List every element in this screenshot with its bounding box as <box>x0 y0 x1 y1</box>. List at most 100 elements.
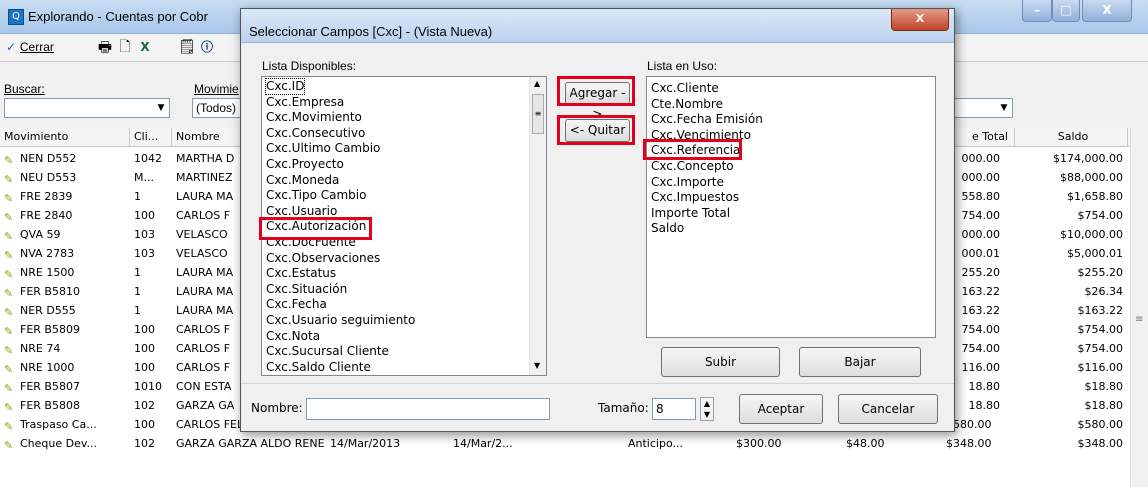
available-item[interactable]: Cxc.Tipo Cambio <box>266 188 366 203</box>
size-spinner[interactable]: ▲ ▼ <box>700 397 714 421</box>
cell-nombre-text: GARZA GARZA ALDO RENE <box>176 437 325 450</box>
right-filter-dropdown-arrow[interactable]: ▼ <box>997 100 1011 116</box>
document-pencil-icon: ✎ <box>4 154 14 167</box>
cell-concepto: Anticipo... <box>628 434 718 453</box>
scroll-thumb[interactable]: ≡ <box>532 94 544 134</box>
cell-total: 000.01 <box>961 247 1001 260</box>
cell-nombre: LAURA MA <box>176 285 234 298</box>
cell-movimiento-text: NRE 1000 <box>20 361 75 374</box>
cell-movimiento: ✎ FER B5808 <box>4 396 128 415</box>
info-icon[interactable]: ⓘ <box>198 37 216 59</box>
available-item[interactable]: Cxc.Consecutivo <box>266 126 365 141</box>
available-item[interactable]: Cxc.Ultimo Cambio <box>266 141 380 156</box>
properties-icon[interactable]: 🗒 <box>178 37 196 59</box>
close-toolbar-button[interactable]: ✓ Cerrar <box>6 37 78 59</box>
cancel-button[interactable]: Cancelar <box>838 394 938 424</box>
cell-cliente: 102 <box>134 434 172 453</box>
available-item[interactable]: Cxc.Proyecto <box>266 157 344 172</box>
size-label: Tamaño: <box>598 401 649 415</box>
cell-importe-total-text: $348.00 <box>946 437 992 450</box>
vertical-scrollbar[interactable]: ≡ <box>1130 128 1148 487</box>
in-use-item[interactable]: Cxc.Cliente <box>651 81 719 96</box>
available-item[interactable]: Cxc.Usuario seguimiento <box>266 313 415 328</box>
name-input[interactable] <box>306 398 550 420</box>
cell-total: 000.00 <box>961 228 1001 241</box>
available-item[interactable]: Cxc.Nota <box>266 329 320 344</box>
maximize-button[interactable]: □ <box>1052 0 1080 22</box>
cell-cliente: 103 <box>134 228 155 241</box>
main-window-title: Explorando - Cuentas por Cobr <box>28 9 208 24</box>
available-item[interactable]: Cxc.Movimiento <box>266 110 362 125</box>
in-use-item[interactable]: Saldo <box>651 221 684 236</box>
cell-cliente: 1010 <box>134 380 162 393</box>
in-use-item[interactable]: Cxc.Fecha Emisión <box>651 112 763 127</box>
in-use-item[interactable]: Cte.Nombre <box>651 97 723 112</box>
available-list-scrollbar[interactable]: ▲ ≡ ▼ <box>529 77 546 375</box>
cell-total: 558.80 <box>961 190 1001 203</box>
document-pencil-icon: ✎ <box>4 420 14 433</box>
close-window-button[interactable]: X <box>1082 0 1132 22</box>
cell-total: 18.80 <box>968 399 1001 412</box>
cell-movimiento: ✎ FER B5807 <box>4 377 128 396</box>
available-item[interactable]: Cxc.Moneda <box>266 173 339 188</box>
search-input[interactable] <box>4 98 170 118</box>
cell-movimiento: ✎ NRE 1000 <box>4 358 128 377</box>
cell-referencia <box>538 434 618 453</box>
dialog-close-button[interactable]: X <box>891 9 949 31</box>
cell-total: 754.00 <box>961 342 1001 355</box>
cell-nombre: CARLOS F <box>176 209 231 222</box>
col-movimiento[interactable]: Movimiento <box>0 128 130 147</box>
table-row[interactable]: ✎ Cheque Dev... 102 GARZA GARZA ALDO RENE 14… <box>0 434 1123 453</box>
available-item[interactable]: Cxc.Fecha <box>266 297 327 312</box>
scroll-down-icon[interactable]: ▼ <box>534 361 540 370</box>
cell-fecha-text: 14/Mar/2013 <box>330 437 401 450</box>
document-pencil-icon: ✎ <box>4 344 14 357</box>
in-use-item[interactable]: Cxc.Importe <box>651 175 724 190</box>
available-item[interactable]: Cxc.Saldo Cliente <box>266 360 371 375</box>
document-pencil-icon: ✎ <box>4 268 14 281</box>
cell-saldo: $754.00 <box>1077 209 1124 222</box>
cell-total: 163.22 <box>961 304 1001 317</box>
available-item[interactable]: Cxc.Observaciones <box>266 251 380 266</box>
accept-button[interactable]: Aceptar <box>739 394 823 424</box>
movimiento-label: Movimie <box>194 82 239 96</box>
cell-total: 000.00 <box>961 171 1001 184</box>
cell-saldo: $18.80 <box>1084 380 1124 393</box>
print-preview-icon[interactable]: 🗋 <box>116 37 134 59</box>
document-pencil-icon: ✎ <box>4 192 14 205</box>
cell-cliente-text: 100 <box>134 418 155 431</box>
app-icon: Q <box>8 9 24 25</box>
in-use-item[interactable]: Importe Total <box>651 206 730 221</box>
cell-nombre: MARTINEZ <box>176 171 233 184</box>
scroll-up-icon[interactable]: ▲ <box>534 79 540 88</box>
move-up-button[interactable]: Subir <box>661 347 780 377</box>
available-item[interactable]: Cxc.Sucursal Cliente <box>266 344 389 359</box>
available-item[interactable]: Cxc.ID <box>264 78 306 95</box>
col-nombre[interactable]: Nombre <box>172 128 242 147</box>
cell-movimiento-text: FER B5809 <box>20 323 80 336</box>
available-item[interactable]: Cxc.Empresa <box>266 95 344 110</box>
document-pencil-icon: ✎ <box>4 439 14 452</box>
col-saldo[interactable]: Saldo <box>1015 128 1128 147</box>
available-item[interactable]: Cxc.Situación <box>266 282 347 297</box>
printer-icon[interactable]: 🖶 <box>96 37 114 59</box>
spin-up-icon[interactable]: ▲ <box>704 399 710 408</box>
cell-movimiento: ✎ NEU D553 <box>4 168 128 187</box>
in-use-list[interactable]: Cxc.Cliente Cte.Nombre Cxc.Fecha Emisión Cx… <box>646 76 936 338</box>
spin-down-icon[interactable]: ▼ <box>704 410 710 419</box>
cell-saldo: $174,000.00 <box>1053 152 1123 165</box>
document-pencil-icon: ✎ <box>4 173 14 186</box>
document-pencil-icon: ✎ <box>4 363 14 376</box>
size-input[interactable]: 8 <box>652 398 696 420</box>
in-use-item[interactable]: Cxc.Impuestos <box>651 190 739 205</box>
cell-movimiento-text: Traspaso Ca... <box>20 418 97 431</box>
available-item[interactable]: Cxc.Estatus <box>266 266 336 281</box>
col-total[interactable]: e Total <box>955 128 1015 147</box>
cell-saldo: $163.22 <box>1077 304 1124 317</box>
minimize-button[interactable]: – <box>1022 0 1052 22</box>
search-dropdown-arrow[interactable]: ▼ <box>154 100 168 116</box>
in-use-item[interactable]: Cxc.Concepto <box>651 159 734 174</box>
excel-icon[interactable]: X <box>136 37 154 59</box>
move-down-button[interactable]: Bajar <box>799 347 921 377</box>
col-cliente[interactable]: Cli... <box>130 128 172 147</box>
